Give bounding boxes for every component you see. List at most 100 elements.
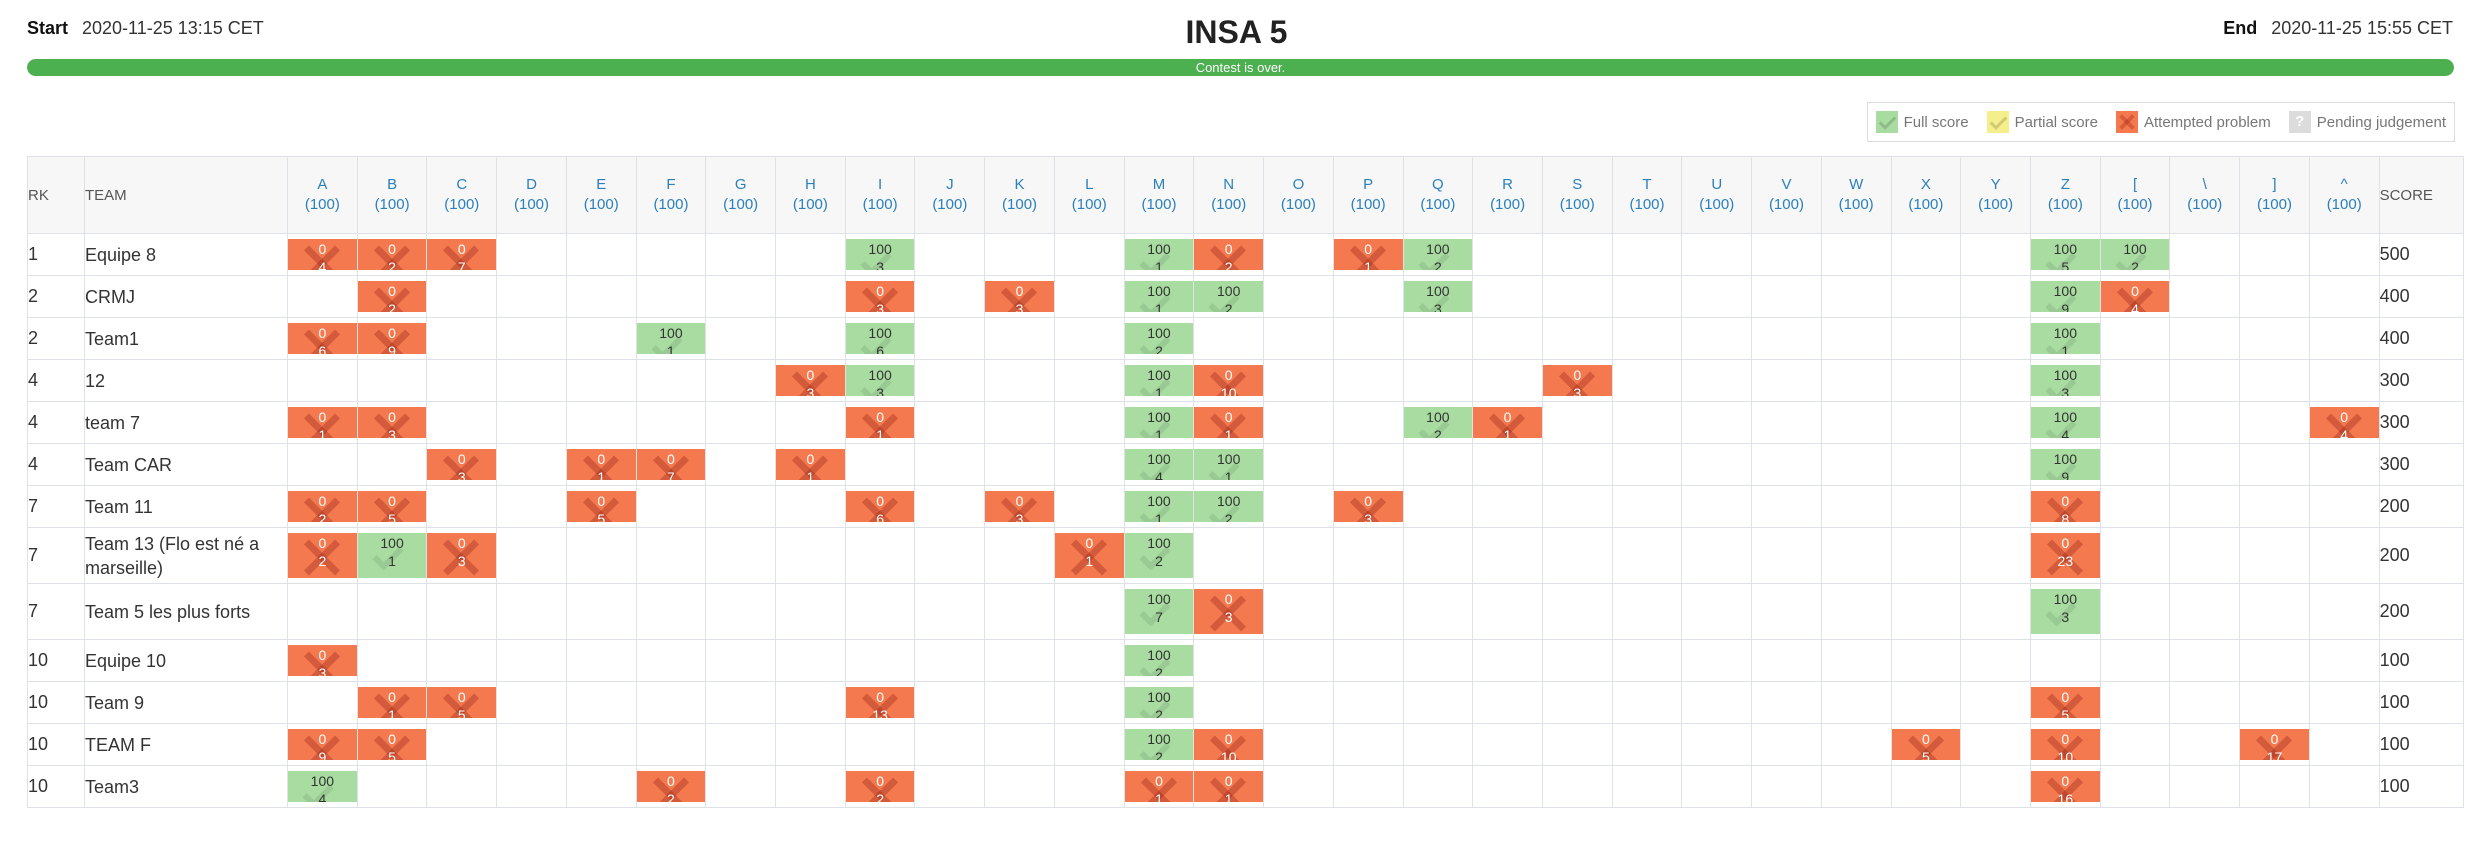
submission-attempted[interactable]: 03 [984, 485, 1055, 528]
submission-attempted[interactable]: 0 10 [1193, 359, 1265, 402]
submission-full-score[interactable]: 100 2 [1193, 485, 1265, 528]
submission-attempted[interactable]: 05 [426, 681, 498, 724]
submission-attempted[interactable]: 03 [287, 639, 358, 682]
problem-points[interactable]: (100) [915, 195, 984, 215]
submission-full-score[interactable]: 100 1 [356, 527, 428, 584]
submission-full-score[interactable]: 100 1 [2029, 317, 2101, 360]
submission-full-score[interactable]: 100 5 [2029, 233, 2101, 276]
problem-name[interactable]: Z [2031, 175, 2100, 195]
submission-attempted[interactable]: 0 17 [2239, 723, 2310, 766]
problem-name[interactable]: Q [1404, 175, 1473, 195]
problem-name[interactable]: M [1125, 175, 1194, 195]
submission-full-score[interactable]: 100 2 [1402, 401, 1474, 444]
problem-header-link[interactable]: Q (100) [1402, 156, 1474, 234]
submission-attempted[interactable]: 09 [356, 317, 428, 360]
submission-attempted[interactable]: 02 [287, 527, 358, 584]
submission-attempted[interactable]: 02 [1193, 233, 1265, 276]
problem-header-link[interactable]: Z (100) [2029, 156, 2101, 234]
problem-header-link[interactable]: J (100) [914, 156, 986, 234]
problem-name[interactable]: S [1543, 175, 1612, 195]
problem-points[interactable]: (100) [567, 195, 636, 215]
problem-points[interactable]: (100) [1682, 195, 1751, 215]
problem-name[interactable]: Y [1961, 175, 2030, 195]
problem-points[interactable]: (100) [427, 195, 496, 215]
submission-attempted[interactable]: 06 [287, 317, 358, 360]
problem-header-link[interactable]: U (100) [1681, 156, 1753, 234]
submission-full-score[interactable]: 100 1 [1123, 275, 1195, 318]
problem-header-link[interactable]: G (100) [705, 156, 777, 234]
submission-full-score[interactable]: 100 2 [1402, 233, 1474, 276]
submission-full-score[interactable]: 100 3 [1402, 275, 1474, 318]
submission-full-score[interactable]: 100 1 [1123, 233, 1195, 276]
problem-points[interactable]: (100) [288, 195, 357, 215]
submission-full-score[interactable]: 100 1 [1123, 401, 1195, 444]
submission-full-score[interactable]: 100 2 [1123, 723, 1195, 766]
problem-points[interactable]: (100) [2101, 195, 2170, 215]
submission-attempted[interactable]: 02 [844, 765, 916, 808]
problem-header-link[interactable]: O (100) [1263, 156, 1334, 234]
problem-points[interactable]: (100) [1264, 195, 1333, 215]
submission-attempted[interactable]: 04 [2099, 275, 2171, 318]
problem-points[interactable]: (100) [358, 195, 427, 215]
submission-attempted[interactable]: 03 [844, 275, 916, 318]
problem-header-link[interactable]: R (100) [1472, 156, 1543, 234]
problem-points[interactable]: (100) [776, 195, 845, 215]
problem-name[interactable]: I [846, 175, 915, 195]
submission-attempted[interactable]: 09 [287, 723, 358, 766]
problem-points[interactable]: (100) [2170, 195, 2239, 215]
submission-attempted[interactable]: 05 [1890, 723, 1962, 766]
submission-attempted[interactable]: 05 [565, 485, 637, 528]
problem-points[interactable]: (100) [1543, 195, 1612, 215]
submission-full-score[interactable]: 100 9 [2029, 443, 2101, 486]
problem-points[interactable]: (100) [497, 195, 566, 215]
submission-attempted[interactable]: 02 [356, 275, 428, 318]
submission-attempted[interactable]: 07 [635, 443, 707, 486]
submission-attempted[interactable]: 05 [2029, 681, 2101, 724]
submission-attempted[interactable]: 05 [356, 723, 428, 766]
problem-header-link[interactable]: V (100) [1751, 156, 1822, 234]
problem-points[interactable]: (100) [846, 195, 915, 215]
submission-attempted[interactable]: 01 [1193, 401, 1265, 444]
submission-attempted[interactable]: 01 [1123, 765, 1195, 808]
problem-header-link[interactable]: C (100) [426, 156, 498, 234]
submission-attempted[interactable]: 01 [1332, 233, 1404, 276]
submission-attempted[interactable]: 01 [775, 443, 846, 486]
submission-attempted[interactable]: 03 [984, 275, 1055, 318]
problem-name[interactable]: ^ [2310, 175, 2379, 195]
submission-attempted[interactable]: 0 23 [2029, 527, 2101, 584]
problem-header-link[interactable]: ] (100) [2239, 156, 2310, 234]
problem-points[interactable]: (100) [1334, 195, 1403, 215]
problem-name[interactable]: J [915, 175, 984, 195]
submission-attempted[interactable]: 03 [356, 401, 428, 444]
submission-full-score[interactable]: 100 2 [1193, 275, 1265, 318]
problem-header-link[interactable]: X (100) [1890, 156, 1962, 234]
submission-attempted[interactable]: 06 [844, 485, 916, 528]
submission-full-score[interactable]: 100 3 [2029, 359, 2101, 402]
submission-attempted[interactable]: 01 [287, 401, 358, 444]
submission-full-score[interactable]: 100 7 [1123, 583, 1195, 640]
problem-header-link[interactable]: N (100) [1193, 156, 1265, 234]
problem-header-link[interactable]: Y (100) [1960, 156, 2031, 234]
problem-name[interactable]: P [1334, 175, 1403, 195]
problem-name[interactable]: R [1473, 175, 1542, 195]
problem-header-link[interactable]: I (100) [844, 156, 916, 234]
submission-full-score[interactable]: 100 2 [1123, 527, 1195, 584]
submission-attempted[interactable]: 03 [1193, 583, 1265, 640]
submission-attempted[interactable]: 01 [1193, 765, 1265, 808]
submission-full-score[interactable]: 100 4 [2029, 401, 2101, 444]
submission-full-score[interactable]: 100 4 [287, 765, 358, 808]
problem-header-link[interactable]: S (100) [1541, 156, 1613, 234]
submission-full-score[interactable]: 100 3 [844, 233, 916, 276]
problem-name[interactable]: ] [2240, 175, 2309, 195]
problem-points[interactable]: (100) [1194, 195, 1263, 215]
submission-full-score[interactable]: 100 2 [1123, 317, 1195, 360]
submission-attempted[interactable]: 03 [1332, 485, 1404, 528]
submission-attempted[interactable]: 07 [426, 233, 498, 276]
problem-name[interactable]: K [985, 175, 1054, 195]
submission-attempted[interactable]: 01 [356, 681, 428, 724]
problem-header-link[interactable]: E (100) [565, 156, 637, 234]
problem-header-link[interactable]: M (100) [1123, 156, 1195, 234]
problem-name[interactable]: O [1264, 175, 1333, 195]
problem-header-link[interactable]: ^ (100) [2308, 156, 2380, 234]
problem-name[interactable]: L [1055, 175, 1124, 195]
